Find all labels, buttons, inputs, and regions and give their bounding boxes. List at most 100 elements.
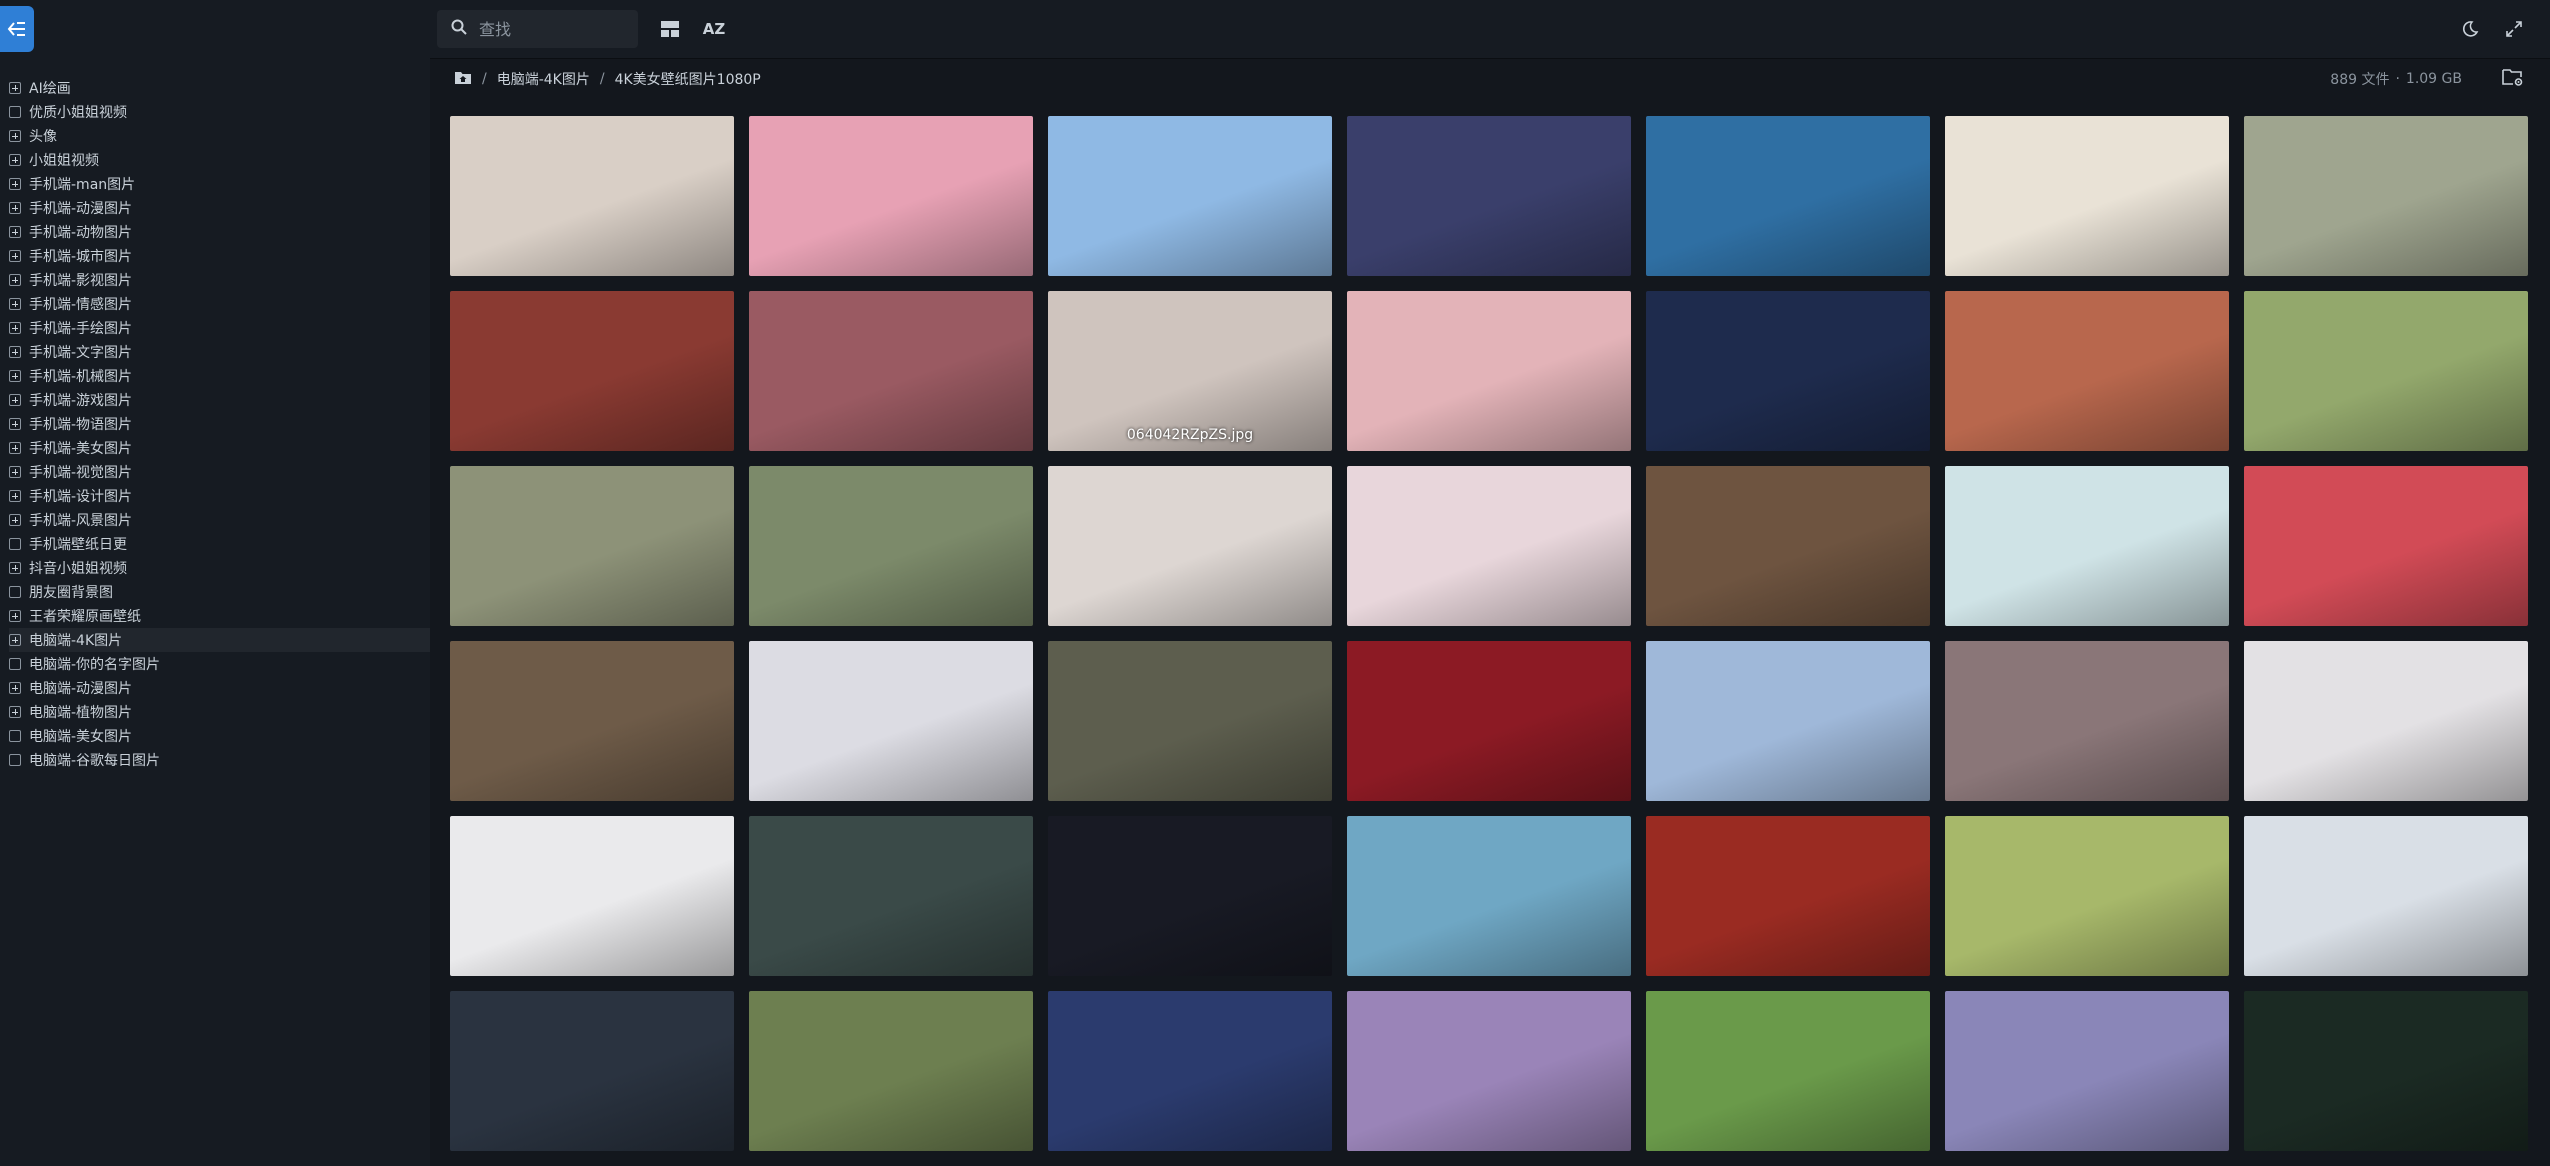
image-thumbnail[interactable] <box>1347 466 1631 626</box>
image-thumbnail[interactable] <box>1646 466 1930 626</box>
image-thumbnail[interactable] <box>2244 641 2528 801</box>
image-thumbnail[interactable] <box>1945 116 2229 276</box>
image-thumbnail[interactable] <box>450 466 734 626</box>
sidebar-item-10[interactable]: 手机端-手绘图片 <box>9 316 430 340</box>
expand-icon[interactable] <box>9 562 21 574</box>
sidebar-item-18[interactable]: 手机端-风景图片 <box>9 508 430 532</box>
image-thumbnail[interactable]: 064042RZpZS.jpg <box>1048 291 1332 451</box>
image-thumbnail[interactable] <box>749 466 1033 626</box>
image-thumbnail[interactable] <box>1048 641 1332 801</box>
breadcrumb-item-4k[interactable]: 电脑端-4K图片 <box>497 69 590 89</box>
expand-icon[interactable] <box>9 514 21 526</box>
fullscreen-icon[interactable] <box>2502 17 2526 41</box>
image-thumbnail[interactable] <box>1945 641 2229 801</box>
image-thumbnail[interactable] <box>749 116 1033 276</box>
image-thumbnail[interactable] <box>1347 641 1631 801</box>
sidebar-item-21[interactable]: 朋友圈背景图 <box>9 580 430 604</box>
image-thumbnail[interactable] <box>1646 641 1930 801</box>
image-thumbnail[interactable] <box>749 291 1033 451</box>
image-thumbnail[interactable] <box>2244 991 2528 1151</box>
expand-icon[interactable] <box>9 490 21 502</box>
image-thumbnail[interactable] <box>749 641 1033 801</box>
sidebar-item-11[interactable]: 手机端-文字图片 <box>9 340 430 364</box>
sidebar-item-12[interactable]: 手机端-机械图片 <box>9 364 430 388</box>
sidebar-item-13[interactable]: 手机端-游戏图片 <box>9 388 430 412</box>
image-thumbnail[interactable] <box>2244 816 2528 976</box>
home-folder-icon[interactable] <box>454 69 472 89</box>
expand-icon[interactable] <box>9 442 21 454</box>
image-thumbnail[interactable] <box>450 991 734 1151</box>
sidebar-item-25[interactable]: 电脑端-动漫图片 <box>9 676 430 700</box>
image-thumbnail[interactable] <box>450 116 734 276</box>
image-thumbnail[interactable] <box>2244 116 2528 276</box>
moon-icon[interactable] <box>2458 17 2482 41</box>
arrow-left-menu-icon[interactable] <box>0 6 34 52</box>
image-thumbnail[interactable] <box>1347 116 1631 276</box>
expand-icon[interactable] <box>9 82 21 94</box>
sidebar-item-26[interactable]: 电脑端-植物图片 <box>9 700 430 724</box>
expand-icon[interactable] <box>9 370 21 382</box>
expand-icon[interactable] <box>9 610 21 622</box>
sidebar-item-14[interactable]: 手机端-物语图片 <box>9 412 430 436</box>
expand-icon[interactable] <box>9 154 21 166</box>
image-thumbnail[interactable] <box>1048 991 1332 1151</box>
sidebar-item-17[interactable]: 手机端-设计图片 <box>9 484 430 508</box>
folder-settings-icon[interactable] <box>2502 67 2526 91</box>
expand-icon[interactable] <box>9 322 21 334</box>
image-thumbnail[interactable] <box>450 816 734 976</box>
sidebar-item-6[interactable]: 手机端-动物图片 <box>9 220 430 244</box>
image-thumbnail[interactable] <box>450 291 734 451</box>
image-thumbnail[interactable] <box>1646 116 1930 276</box>
image-thumbnail[interactable] <box>1945 466 2229 626</box>
image-thumbnail[interactable] <box>2244 291 2528 451</box>
expand-icon[interactable] <box>9 706 21 718</box>
image-thumbnail[interactable] <box>450 641 734 801</box>
expand-icon[interactable] <box>9 202 21 214</box>
sidebar-item-28[interactable]: 电脑端-谷歌每日图片 <box>9 748 430 772</box>
image-thumbnail[interactable] <box>1048 466 1332 626</box>
grid-layout-icon[interactable] <box>658 17 682 41</box>
sidebar-item-27[interactable]: 电脑端-美女图片 <box>9 724 430 748</box>
expand-icon[interactable] <box>9 466 21 478</box>
sidebar-item-23[interactable]: 电脑端-4K图片 <box>9 628 430 652</box>
expand-icon[interactable] <box>9 226 21 238</box>
image-thumbnail[interactable] <box>1945 816 2229 976</box>
search-input[interactable] <box>477 18 631 40</box>
image-thumbnail[interactable] <box>1945 991 2229 1151</box>
expand-icon[interactable] <box>9 130 21 142</box>
image-thumbnail[interactable] <box>1646 816 1930 976</box>
image-thumbnail[interactable] <box>1646 291 1930 451</box>
image-thumbnail[interactable] <box>1048 816 1332 976</box>
sidebar-item-22[interactable]: 王者荣耀原画壁纸 <box>9 604 430 628</box>
image-thumbnail[interactable] <box>1347 816 1631 976</box>
image-thumbnail[interactable] <box>1347 291 1631 451</box>
sidebar-item-7[interactable]: 手机端-城市图片 <box>9 244 430 268</box>
sidebar-item-19[interactable]: 手机端壁纸日更 <box>9 532 430 556</box>
expand-icon[interactable] <box>9 250 21 262</box>
sidebar-item-20[interactable]: 抖音小姐姐视频 <box>9 556 430 580</box>
expand-icon[interactable] <box>9 418 21 430</box>
sidebar-item-3[interactable]: 小姐姐视频 <box>9 148 430 172</box>
search-box[interactable] <box>437 10 638 48</box>
expand-icon[interactable] <box>9 274 21 286</box>
sidebar-item-2[interactable]: 头像 <box>9 124 430 148</box>
expand-icon[interactable] <box>9 682 21 694</box>
sidebar-item-8[interactable]: 手机端-影视图片 <box>9 268 430 292</box>
sidebar-item-24[interactable]: 电脑端-你的名字图片 <box>9 652 430 676</box>
sidebar-item-9[interactable]: 手机端-情感图片 <box>9 292 430 316</box>
image-thumbnail[interactable] <box>749 991 1033 1151</box>
expand-icon[interactable] <box>9 346 21 358</box>
sidebar-item-15[interactable]: 手机端-美女图片 <box>9 436 430 460</box>
expand-icon[interactable] <box>9 178 21 190</box>
image-thumbnail[interactable] <box>1347 991 1631 1151</box>
expand-icon[interactable] <box>9 394 21 406</box>
image-thumbnail[interactable] <box>1048 116 1332 276</box>
image-thumbnail[interactable] <box>749 816 1033 976</box>
sidebar-item-4[interactable]: 手机端-man图片 <box>9 172 430 196</box>
image-thumbnail[interactable] <box>2244 466 2528 626</box>
sidebar-item-0[interactable]: AI绘画 <box>9 76 430 100</box>
image-thumbnail[interactable] <box>1646 991 1930 1151</box>
sort-az-icon[interactable]: AZ <box>702 17 726 41</box>
image-thumbnail[interactable] <box>1945 291 2229 451</box>
expand-icon[interactable] <box>9 634 21 646</box>
